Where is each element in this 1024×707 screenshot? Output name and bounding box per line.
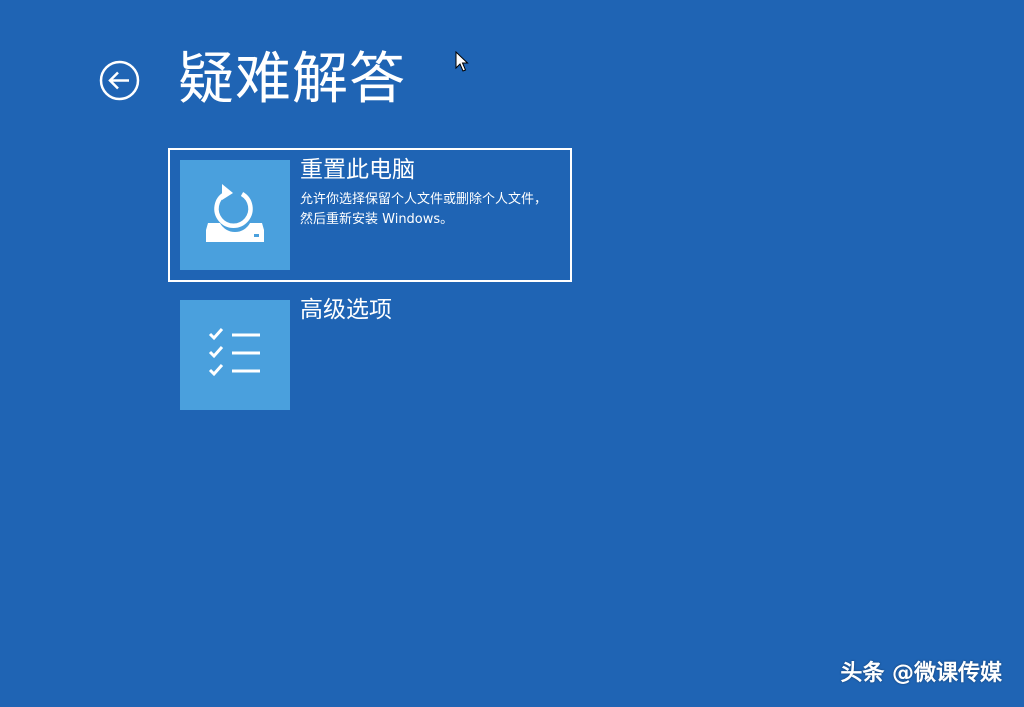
mouse-cursor-icon xyxy=(455,51,469,72)
advanced-options-option[interactable]: 高级选项 xyxy=(168,288,572,422)
reset-pc-option[interactable]: 重置此电脑 允许你选择保留个人文件或删除个人文件，然后重新安装 Windows。 xyxy=(168,148,572,282)
reset-pc-tile xyxy=(180,160,290,270)
back-arrow-circle-icon xyxy=(99,60,140,101)
advanced-options-tile xyxy=(180,300,290,410)
watermark-text: 头条 @微课传媒 xyxy=(840,661,1002,686)
option-title: 高级选项 xyxy=(300,297,392,323)
reset-pc-icon xyxy=(206,184,264,242)
option-description: 允许你选择保留个人文件或删除个人文件，然后重新安装 Windows。 xyxy=(300,192,548,227)
page-title: 疑难解答 xyxy=(178,47,406,112)
back-button[interactable] xyxy=(99,60,140,101)
checklist-icon xyxy=(208,328,260,377)
option-title: 重置此电脑 xyxy=(300,157,415,183)
